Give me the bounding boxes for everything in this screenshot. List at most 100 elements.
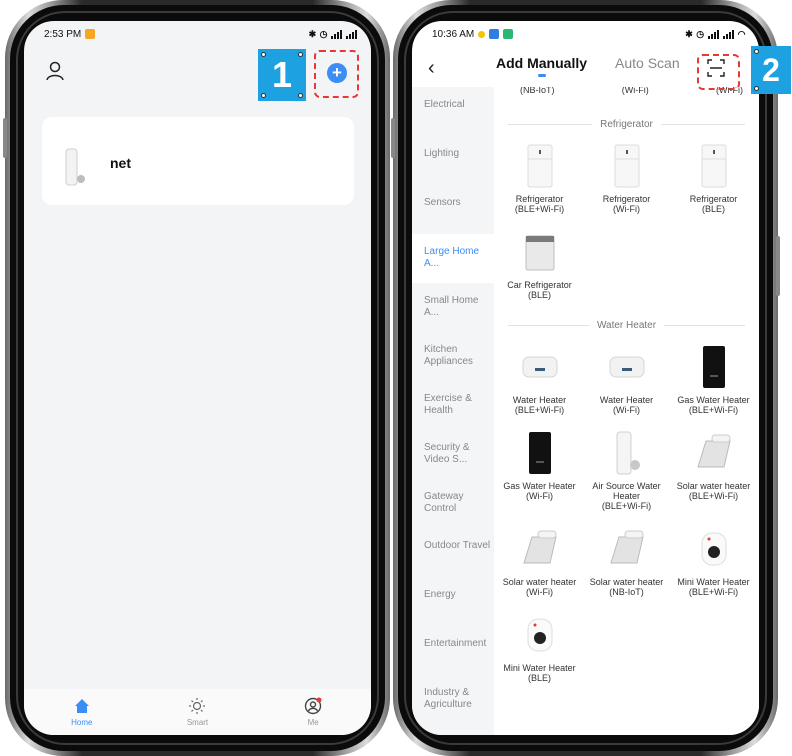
category-item[interactable]: Industry & Agriculture bbox=[412, 675, 494, 724]
highlight-add-button bbox=[314, 50, 359, 98]
category-item[interactable]: Sensors bbox=[412, 185, 494, 234]
prev-item-label: (NB-IoT) bbox=[520, 87, 555, 95]
product-item[interactable]: Solar water heater (NB-IoT) bbox=[583, 527, 670, 597]
signal-icon bbox=[346, 29, 357, 39]
product-item[interactable]: Solar water heater (BLE+Wi-Fi) bbox=[670, 431, 757, 511]
profile-icon bbox=[304, 697, 322, 715]
product-item[interactable]: Gas Water Heater (Wi-Fi) bbox=[496, 431, 583, 511]
volume-button bbox=[391, 118, 395, 158]
category-item[interactable]: Energy bbox=[412, 577, 494, 626]
status-bar: 2:53 PM ✱ ◷ bbox=[24, 21, 371, 47]
bluetooth-icon: ✱ bbox=[685, 28, 693, 39]
fridge-icon bbox=[520, 144, 560, 188]
notification-icon bbox=[478, 30, 486, 38]
product-name: Solar water heater bbox=[589, 577, 664, 587]
product-grid: Refrigerator (BLE+Wi-Fi) Refrigerator (Wi-F… bbox=[494, 144, 759, 300]
solar-heater-icon bbox=[694, 431, 734, 475]
car-fridge-icon bbox=[520, 230, 560, 274]
gas-heater-icon bbox=[520, 431, 560, 475]
mini-heater-icon bbox=[520, 613, 560, 657]
tab-smart-label: Smart bbox=[186, 718, 209, 727]
category-sidebar: Electrical Lighting Sensors Large Home A...… bbox=[412, 87, 494, 735]
product-item[interactable]: Refrigerator (BLE+Wi-Fi) bbox=[496, 144, 583, 214]
notification-icon bbox=[503, 29, 514, 39]
category-item[interactable]: Security & Video S... bbox=[412, 430, 494, 479]
product-name: Gas Water Heater bbox=[677, 395, 750, 405]
product-name: Water Heater bbox=[512, 395, 567, 405]
gas-heater-icon bbox=[694, 345, 734, 389]
product-item[interactable]: Water Heater (Wi-Fi) bbox=[583, 345, 670, 415]
step-number: 2 bbox=[762, 52, 780, 88]
home-icon bbox=[74, 699, 89, 713]
status-icons: ✱ ◷ bbox=[309, 29, 357, 40]
product-protocol: (Wi-Fi) bbox=[613, 405, 640, 415]
product-protocol: (NB-IoT) bbox=[609, 587, 644, 597]
category-item[interactable]: Large Home A... bbox=[412, 234, 494, 283]
water-heater-icon bbox=[607, 345, 647, 389]
product-item[interactable]: Mini Water Heater (BLE) bbox=[496, 613, 583, 683]
product-protocol: (Wi-Fi) bbox=[526, 587, 553, 597]
product-protocol: (BLE) bbox=[527, 290, 551, 300]
category-item[interactable]: Entertainment bbox=[412, 626, 494, 675]
tab-home[interactable]: Home bbox=[52, 697, 112, 727]
back-icon[interactable]: ‹ bbox=[428, 57, 435, 80]
product-name: Mini Water Heater bbox=[677, 577, 750, 587]
wifi-icon: ◠ bbox=[737, 28, 746, 39]
product-item[interactable]: Refrigerator (BLE) bbox=[670, 144, 757, 214]
user-icon[interactable] bbox=[46, 61, 64, 81]
category-item[interactable]: Small Home A... bbox=[412, 283, 494, 332]
product-name: Air Source Water Heater bbox=[592, 481, 661, 501]
product-protocol: (BLE+Wi-Fi) bbox=[601, 501, 652, 511]
sun-icon bbox=[189, 698, 206, 714]
product-protocol: (BLE+Wi-Fi) bbox=[688, 491, 739, 501]
tab-smart[interactable]: Smart bbox=[167, 697, 227, 727]
step-badge-1: 1 bbox=[258, 49, 306, 101]
category-item[interactable]: Electrical bbox=[412, 87, 494, 136]
status-time: 10:36 AM bbox=[432, 28, 475, 40]
highlight-scan-button bbox=[697, 54, 740, 90]
product-item[interactable]: Water Heater (BLE+Wi-Fi) bbox=[496, 345, 583, 415]
power-button bbox=[776, 236, 780, 296]
water-heater-icon bbox=[520, 345, 560, 389]
product-protocol: (BLE+Wi-Fi) bbox=[688, 587, 739, 597]
product-name: Car Refrigerator bbox=[507, 280, 572, 290]
tab-add-manually[interactable]: Add Manually bbox=[496, 55, 587, 77]
device-card[interactable]: net bbox=[42, 117, 354, 205]
product-name: Water Heater bbox=[599, 395, 654, 405]
prev-item-label: (Wi-Fi) bbox=[621, 87, 649, 95]
device-name: net bbox=[110, 155, 131, 171]
category-item[interactable]: Lighting bbox=[412, 136, 494, 185]
product-item[interactable]: Solar water heater (Wi-Fi) bbox=[496, 527, 583, 597]
product-item[interactable]: Mini Water Heater (BLE+Wi-Fi) bbox=[670, 527, 757, 597]
product-protocol: (BLE+Wi-Fi) bbox=[514, 204, 565, 214]
product-name: Gas Water Heater bbox=[503, 481, 576, 491]
air-source-heater-icon bbox=[607, 431, 647, 475]
fridge-icon bbox=[694, 144, 734, 188]
category-item[interactable]: Outdoor Travel bbox=[412, 528, 494, 577]
router-icon bbox=[65, 148, 85, 186]
bluetooth-icon: ✱ bbox=[308, 28, 317, 39]
category-item[interactable]: Gateway Control bbox=[412, 479, 494, 528]
volume-button bbox=[3, 118, 7, 158]
category-item[interactable]: Kitchen Appliances bbox=[412, 332, 494, 381]
solar-heater-icon bbox=[607, 527, 647, 571]
product-item[interactable]: Air Source Water Heater (BLE+Wi-Fi) bbox=[583, 431, 670, 511]
bottom-tab-bar: Home Smart Me bbox=[24, 689, 371, 735]
product-list: (NB-IoT) (Wi-Fi) (Wi-Fi) Refrigerator Ref… bbox=[494, 87, 759, 735]
product-protocol: (BLE+Wi-Fi) bbox=[514, 405, 565, 415]
product-item[interactable]: Refrigerator (Wi-Fi) bbox=[583, 144, 670, 214]
signal-icon bbox=[707, 29, 719, 39]
tab-auto-scan[interactable]: Auto Scan bbox=[615, 55, 680, 71]
signal-icon bbox=[722, 29, 734, 39]
home-screen: 2:53 PM ✱ ◷ + net Home Smart Me bbox=[24, 21, 371, 735]
tab-me[interactable]: Me bbox=[283, 697, 343, 727]
product-item[interactable]: Car Refrigerator (BLE) bbox=[496, 230, 583, 300]
mini-heater-icon bbox=[694, 527, 734, 571]
product-item[interactable]: Gas Water Heater (BLE+Wi-Fi) bbox=[670, 345, 757, 415]
section-title: Water Heater bbox=[494, 320, 759, 331]
signal-icon bbox=[331, 29, 342, 39]
phone-frame-right: 10:36 AM ✱ ◷ ◠ ‹ Add Manually Auto Scan … bbox=[391, 0, 780, 756]
category-item[interactable]: Exercise & Health bbox=[412, 381, 494, 430]
status-bar: 10:36 AM ✱ ◷ ◠ bbox=[412, 21, 759, 47]
product-protocol: (BLE+Wi-Fi) bbox=[688, 405, 739, 415]
